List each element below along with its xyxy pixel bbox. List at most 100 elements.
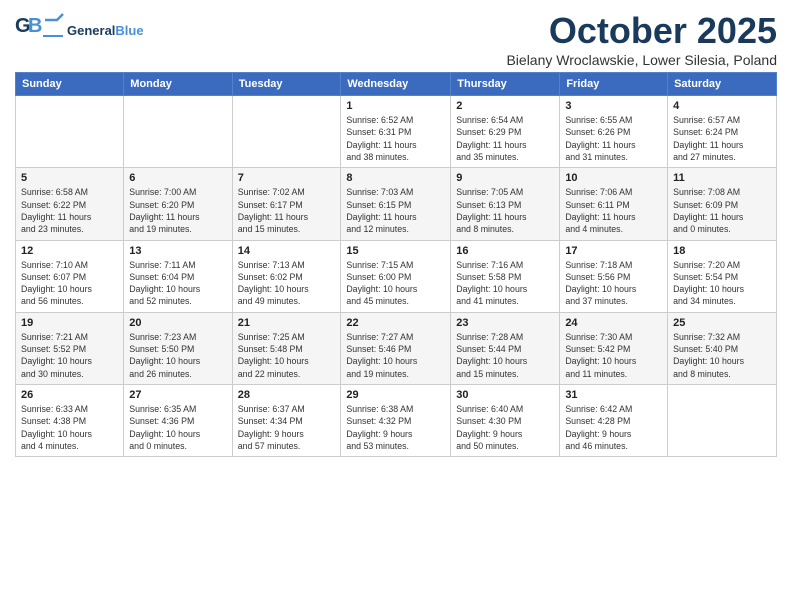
day-detail: Sunrise: 7:02 AM Sunset: 6:17 PM Dayligh… bbox=[238, 186, 336, 235]
day-detail: Sunrise: 7:10 AM Sunset: 6:07 PM Dayligh… bbox=[21, 259, 118, 308]
day-detail: Sunrise: 7:16 AM Sunset: 5:58 PM Dayligh… bbox=[456, 259, 554, 308]
day-number: 6 bbox=[129, 172, 226, 184]
day-number: 21 bbox=[238, 317, 336, 329]
calendar-cell: 31 Sunrise: 6:42 AM Sunset: 4:28 PM Dayli… bbox=[560, 385, 668, 457]
day-detail: Sunrise: 7:13 AM Sunset: 6:02 PM Dayligh… bbox=[238, 259, 336, 308]
day-detail: Sunrise: 7:15 AM Sunset: 6:00 PM Dayligh… bbox=[346, 259, 445, 308]
calendar-cell: 6 Sunrise: 7:00 AM Sunset: 6:20 PM Daylig… bbox=[124, 168, 232, 240]
calendar-cell: 21 Sunrise: 7:25 AM Sunset: 5:48 PM Dayli… bbox=[232, 312, 341, 384]
day-detail: Sunrise: 7:18 AM Sunset: 5:56 PM Dayligh… bbox=[565, 259, 662, 308]
calendar-cell: 24 Sunrise: 7:30 AM Sunset: 5:42 PM Dayli… bbox=[560, 312, 668, 384]
day-number: 15 bbox=[346, 245, 445, 257]
day-detail: Sunrise: 7:27 AM Sunset: 5:46 PM Dayligh… bbox=[346, 331, 445, 380]
calendar-cell: 12Sunrise: 7:10 AM Sunset: 6:07 PM Dayli… bbox=[16, 240, 124, 312]
day-detail: Sunrise: 6:42 AM Sunset: 4:28 PM Dayligh… bbox=[565, 403, 662, 452]
calendar-cell: 10 Sunrise: 7:06 AM Sunset: 6:11 PM Dayli… bbox=[560, 168, 668, 240]
weekday-header-wednesday: Wednesday bbox=[341, 73, 451, 96]
calendar-cell bbox=[232, 96, 341, 168]
day-detail: Sunrise: 7:05 AM Sunset: 6:13 PM Dayligh… bbox=[456, 186, 554, 235]
day-detail: Sunrise: 6:38 AM Sunset: 4:32 PM Dayligh… bbox=[346, 403, 445, 452]
day-number: 29 bbox=[346, 389, 445, 401]
day-detail: Sunrise: 6:37 AM Sunset: 4:34 PM Dayligh… bbox=[238, 403, 336, 452]
day-number: 20 bbox=[129, 317, 226, 329]
calendar-cell: 19Sunrise: 7:21 AM Sunset: 5:52 PM Dayli… bbox=[16, 312, 124, 384]
day-detail: Sunrise: 7:11 AM Sunset: 6:04 PM Dayligh… bbox=[129, 259, 226, 308]
day-detail: Sunrise: 7:32 AM Sunset: 5:40 PM Dayligh… bbox=[673, 331, 771, 380]
day-number: 31 bbox=[565, 389, 662, 401]
month-title: October 2025 bbox=[506, 10, 777, 52]
day-number: 1 bbox=[346, 100, 445, 112]
calendar: SundayMondayTuesdayWednesdayThursdayFrid… bbox=[15, 72, 777, 457]
day-number: 5 bbox=[21, 172, 118, 184]
logo-blue: Blue bbox=[115, 23, 143, 38]
day-number: 8 bbox=[346, 172, 445, 184]
day-detail: Sunrise: 7:30 AM Sunset: 5:42 PM Dayligh… bbox=[565, 331, 662, 380]
weekday-header-monday: Monday bbox=[124, 73, 232, 96]
logo-icon: G B bbox=[15, 10, 65, 52]
day-number: 17 bbox=[565, 245, 662, 257]
day-number: 2 bbox=[456, 100, 554, 112]
calendar-cell: 29 Sunrise: 6:38 AM Sunset: 4:32 PM Dayli… bbox=[341, 385, 451, 457]
day-detail: Sunrise: 6:33 AM Sunset: 4:38 PM Dayligh… bbox=[21, 403, 118, 452]
logo-general: General bbox=[67, 23, 115, 38]
title-block: October 2025 Bielany Wroclawskie, Lower … bbox=[506, 10, 777, 68]
day-number: 23 bbox=[456, 317, 554, 329]
calendar-cell: 2 Sunrise: 6:54 AM Sunset: 6:29 PM Daylig… bbox=[451, 96, 560, 168]
calendar-cell: 28Sunrise: 6:37 AM Sunset: 4:34 PM Dayli… bbox=[232, 385, 341, 457]
day-detail: Sunrise: 6:57 AM Sunset: 6:24 PM Dayligh… bbox=[673, 114, 771, 163]
day-detail: Sunrise: 7:06 AM Sunset: 6:11 PM Dayligh… bbox=[565, 186, 662, 235]
day-detail: Sunrise: 7:08 AM Sunset: 6:09 PM Dayligh… bbox=[673, 186, 771, 235]
day-number: 16 bbox=[456, 245, 554, 257]
calendar-cell: 14 Sunrise: 7:13 AM Sunset: 6:02 PM Dayli… bbox=[232, 240, 341, 312]
day-number: 7 bbox=[238, 172, 336, 184]
day-number: 26 bbox=[21, 389, 118, 401]
day-number: 27 bbox=[129, 389, 226, 401]
day-number: 10 bbox=[565, 172, 662, 184]
calendar-cell: 8 Sunrise: 7:03 AM Sunset: 6:15 PM Daylig… bbox=[341, 168, 451, 240]
weekday-header-saturday: Saturday bbox=[668, 73, 777, 96]
weekday-header-friday: Friday bbox=[560, 73, 668, 96]
svg-text:B: B bbox=[28, 15, 42, 37]
calendar-cell: 17 Sunrise: 7:18 AM Sunset: 5:56 PM Dayli… bbox=[560, 240, 668, 312]
calendar-cell: 13 Sunrise: 7:11 AM Sunset: 6:04 PM Dayli… bbox=[124, 240, 232, 312]
calendar-cell: 9 Sunrise: 7:05 AM Sunset: 6:13 PM Daylig… bbox=[451, 168, 560, 240]
day-number: 14 bbox=[238, 245, 336, 257]
day-detail: Sunrise: 6:54 AM Sunset: 6:29 PM Dayligh… bbox=[456, 114, 554, 163]
day-number: 4 bbox=[673, 100, 771, 112]
day-detail: Sunrise: 6:55 AM Sunset: 6:26 PM Dayligh… bbox=[565, 114, 662, 163]
calendar-cell: 4 Sunrise: 6:57 AM Sunset: 6:24 PM Daylig… bbox=[668, 96, 777, 168]
day-detail: Sunrise: 6:40 AM Sunset: 4:30 PM Dayligh… bbox=[456, 403, 554, 452]
day-detail: Sunrise: 6:58 AM Sunset: 6:22 PM Dayligh… bbox=[21, 186, 118, 235]
calendar-cell: 25Sunrise: 7:32 AM Sunset: 5:40 PM Dayli… bbox=[668, 312, 777, 384]
day-number: 30 bbox=[456, 389, 554, 401]
day-detail: Sunrise: 7:21 AM Sunset: 5:52 PM Dayligh… bbox=[21, 331, 118, 380]
day-detail: Sunrise: 7:03 AM Sunset: 6:15 PM Dayligh… bbox=[346, 186, 445, 235]
calendar-cell: 18 Sunrise: 7:20 AM Sunset: 5:54 PM Dayli… bbox=[668, 240, 777, 312]
calendar-cell: 15 Sunrise: 7:15 AM Sunset: 6:00 PM Dayli… bbox=[341, 240, 451, 312]
calendar-cell bbox=[16, 96, 124, 168]
day-number: 24 bbox=[565, 317, 662, 329]
calendar-cell: 11Sunrise: 7:08 AM Sunset: 6:09 PM Dayli… bbox=[668, 168, 777, 240]
weekday-header-sunday: Sunday bbox=[16, 73, 124, 96]
weekday-header-tuesday: Tuesday bbox=[232, 73, 341, 96]
day-detail: Sunrise: 7:20 AM Sunset: 5:54 PM Dayligh… bbox=[673, 259, 771, 308]
day-detail: Sunrise: 7:25 AM Sunset: 5:48 PM Dayligh… bbox=[238, 331, 336, 380]
day-number: 13 bbox=[129, 245, 226, 257]
calendar-cell: 23 Sunrise: 7:28 AM Sunset: 5:44 PM Dayli… bbox=[451, 312, 560, 384]
day-detail: Sunrise: 7:23 AM Sunset: 5:50 PM Dayligh… bbox=[129, 331, 226, 380]
day-detail: Sunrise: 7:28 AM Sunset: 5:44 PM Dayligh… bbox=[456, 331, 554, 380]
logo: G B GeneralBlue bbox=[15, 10, 144, 52]
calendar-cell: 5 Sunrise: 6:58 AM Sunset: 6:22 PM Daylig… bbox=[16, 168, 124, 240]
calendar-cell bbox=[124, 96, 232, 168]
day-number: 9 bbox=[456, 172, 554, 184]
day-number: 18 bbox=[673, 245, 771, 257]
calendar-cell: 1Sunrise: 6:52 AM Sunset: 6:31 PM Daylig… bbox=[341, 96, 451, 168]
weekday-header-thursday: Thursday bbox=[451, 73, 560, 96]
day-number: 3 bbox=[565, 100, 662, 112]
calendar-cell bbox=[668, 385, 777, 457]
calendar-cell: 26 Sunrise: 6:33 AM Sunset: 4:38 PM Dayli… bbox=[16, 385, 124, 457]
day-number: 22 bbox=[346, 317, 445, 329]
calendar-cell: 30 Sunrise: 6:40 AM Sunset: 4:30 PM Dayli… bbox=[451, 385, 560, 457]
day-detail: Sunrise: 7:00 AM Sunset: 6:20 PM Dayligh… bbox=[129, 186, 226, 235]
calendar-cell: 7 Sunrise: 7:02 AM Sunset: 6:17 PM Daylig… bbox=[232, 168, 341, 240]
